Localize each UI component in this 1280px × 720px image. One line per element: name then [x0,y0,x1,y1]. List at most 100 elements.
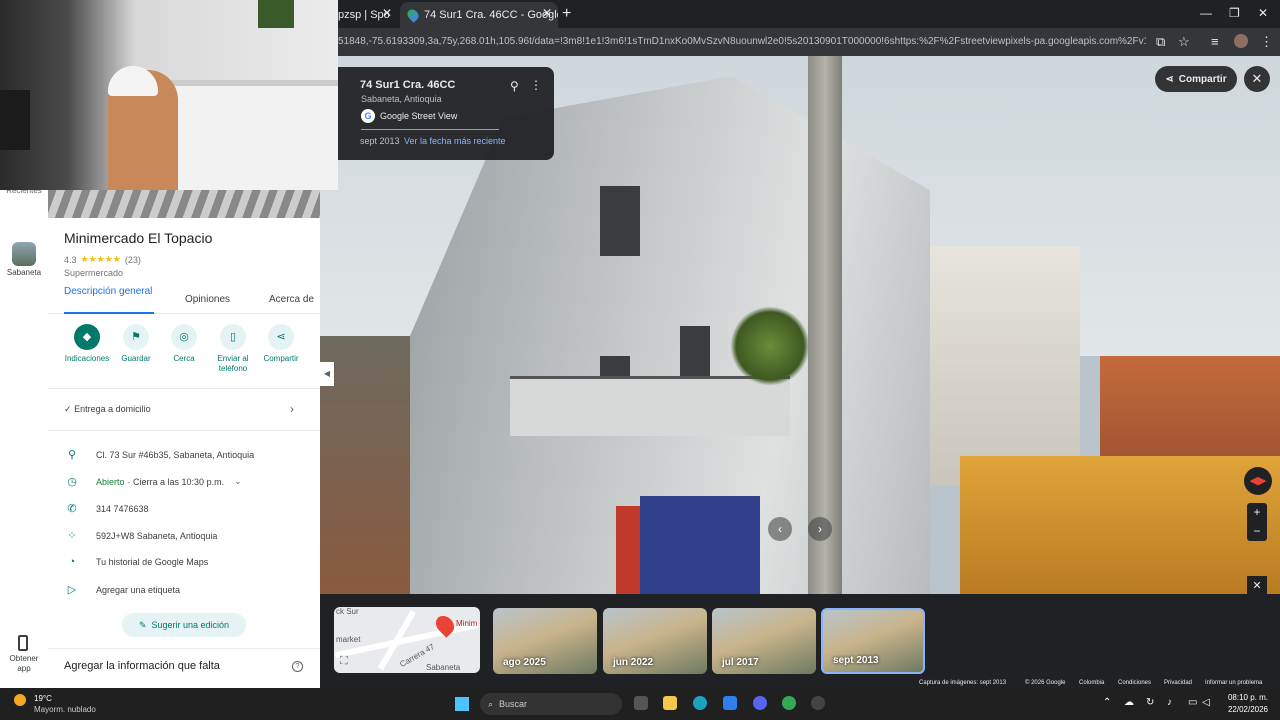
recent-place-label[interactable]: Sabaneta [2,268,46,277]
share-button[interactable]: ⋖ Compartir [1155,66,1237,92]
tab-label: 74 Sur1 Cra. 46CC - Google Ma [424,9,558,21]
country-link[interactable]: Colombia [1079,680,1104,686]
hours-row[interactable]: ◷ Abierto · Cierra a las 10:30 p.m. ⌄ [64,475,242,488]
utility-pole [808,56,842,594]
phone-icon: ✆ [67,503,77,515]
chevron-down-icon: ⌄ [234,476,242,486]
expand-icon[interactable]: ⛶ [340,655,348,668]
url-text[interactable]: 51848,-75.6193309,3a,75y,268.01h,105.96t… [338,36,1146,47]
edge-icon[interactable] [693,696,707,710]
zoom-in-button[interactable]: + [1247,503,1267,522]
tab-reviews[interactable]: Opiniones [185,294,230,305]
location-pin-icon[interactable]: ⚲ [510,79,519,93]
send-to-phone-button[interactable]: ▯ Enviar al teléfono [208,324,258,374]
tab-overview[interactable]: Descripción general [64,286,152,297]
nearby-button[interactable]: ◎ Cerca [159,324,209,364]
place-photo[interactable] [48,190,320,218]
google-logo-icon: G [361,109,375,123]
close-icon[interactable]: ✕ [382,6,392,20]
history-icon: ◔ [68,556,76,568]
cloud-icon[interactable]: ☁ [1124,697,1134,708]
latest-date-link[interactable]: Ver la fecha más reciente [404,136,506,146]
label-row[interactable]: ▷ Agregar una etiqueta [64,583,180,596]
collapse-panel-button[interactable]: ◀ [320,362,334,386]
left-rail: Recientes Sabaneta Obtener app [0,186,48,688]
close-icon[interactable]: ✕ [542,6,552,20]
minimize-icon[interactable]: — [1200,6,1212,20]
storefront [640,496,760,594]
recent-place-thumbnail[interactable] [12,242,36,266]
action-label: Indicaciones [64,354,110,363]
close-street-view-button[interactable]: ✕ [1244,66,1270,92]
more-options-icon[interactable]: ⋮ [530,78,542,92]
sync-icon[interactable]: ↻ [1146,697,1154,708]
address-row[interactable]: ⚲ Cl. 73 Sur #46b35, Sabaneta, Antioquia [64,448,254,461]
compass-icon[interactable]: ◀▶ [1244,467,1272,495]
share-place-button[interactable]: ⋖ Compartir [256,324,306,364]
file-explorer-icon[interactable] [663,696,677,710]
timeline-thumbnail[interactable]: jul 2017 [712,608,816,674]
clock[interactable]: 08:10 p. m. 22/02/2026 [1210,692,1268,716]
zoom-out-button[interactable]: − [1247,522,1267,541]
bookmark-icon: ⚑ [123,324,149,350]
suggest-edit-label: Sugerir una edición [151,620,230,630]
privacy-link[interactable]: Privacidad [1164,680,1192,686]
phone-row[interactable]: ✆ 314 7476638 [64,502,148,515]
directions-button[interactable]: ◆ Indicaciones [62,324,112,364]
task-view-icon[interactable] [634,696,648,710]
action-label: Enviar al teléfono [217,354,249,373]
mini-map[interactable]: ck Sur Minim market Carrera 47 Sabaneta … [334,607,480,673]
label-text: Agregar una etiqueta [96,584,181,595]
new-tab-button[interactable]: + [562,5,571,23]
tab-spotify[interactable]: pzsp | Spo ✕ [330,2,398,28]
timeline-thumbnail-selected[interactable]: sept 2013 [821,608,925,674]
profile-avatar[interactable] [1234,34,1248,48]
media-icon[interactable]: ≡ [1211,34,1219,49]
nav-back-arrow-icon[interactable]: ‹ [768,517,792,541]
timeline-thumbnail[interactable]: ago 2025 [493,608,597,674]
report-link[interactable]: Informar un problema [1205,680,1262,686]
review-count[interactable]: (23) [125,255,141,265]
plus-code-row[interactable]: ⁘ 592J+W8 Sabaneta, Antioquia [64,529,217,542]
nearby-icon: ◎ [171,324,197,350]
get-app-label[interactable]: Obtener app [2,654,46,674]
save-button[interactable]: ⚑ Guardar [111,324,161,364]
suggest-edit-button[interactable]: ✎ Sugerir una edición [122,613,246,637]
divider [48,648,320,649]
close-timeline-button[interactable]: ✕ [1247,576,1267,596]
share-icon: ⋖ [268,324,294,350]
tab-about[interactable]: Acerca de [269,294,314,305]
place-name: Minimercado El Topacio [64,230,213,246]
delivery-label: Entrega a domicilio [74,404,151,414]
microphone-icon[interactable]: ♪ [1167,697,1172,708]
install-icon[interactable]: ⧉ [1156,34,1165,50]
volume-icon[interactable]: ◁ [1202,697,1210,708]
delivery-row[interactable]: ✓ Entrega a domicilio › [64,402,294,416]
history-row[interactable]: ◔ Tu historial de Google Maps [64,556,209,568]
app-icon[interactable] [811,696,825,710]
temperature: 19°C [34,694,52,703]
rating-row[interactable]: 4.3 ★★★★★ (23) [64,254,141,265]
weather-icon [14,694,26,706]
network-icon[interactable]: ▭ [1188,697,1197,708]
store-icon[interactable] [723,696,737,710]
place-type[interactable]: Supermercado [64,268,123,278]
chrome-icon[interactable] [782,696,796,710]
tray-chevron-icon[interactable]: ⌃ [1103,697,1111,708]
timeline-thumbnail[interactable]: jun 2022 [603,608,707,674]
discord-icon[interactable] [753,696,767,710]
tab-google-maps[interactable]: 74 Sur1 Cra. 46CC - Google Ma ✕ [400,2,558,28]
taskbar-search[interactable]: ⌕ Buscar [480,693,622,715]
terms-link[interactable]: Condiciones [1118,680,1151,686]
windows-start-icon[interactable] [455,697,469,711]
divider [48,430,320,431]
bookmark-star-icon[interactable]: ☆ [1178,34,1190,50]
menu-dots-icon[interactable]: ⋮ [1260,34,1273,50]
nav-forward-arrow-icon[interactable]: › [808,517,832,541]
wall-poster [258,0,294,28]
stars-icon: ★★★★★ [80,254,121,264]
restore-icon[interactable]: ❐ [1229,6,1240,20]
phone-icon[interactable] [18,635,28,651]
close-window-icon[interactable]: ✕ [1258,6,1268,20]
help-icon[interactable]: ? [292,661,303,672]
